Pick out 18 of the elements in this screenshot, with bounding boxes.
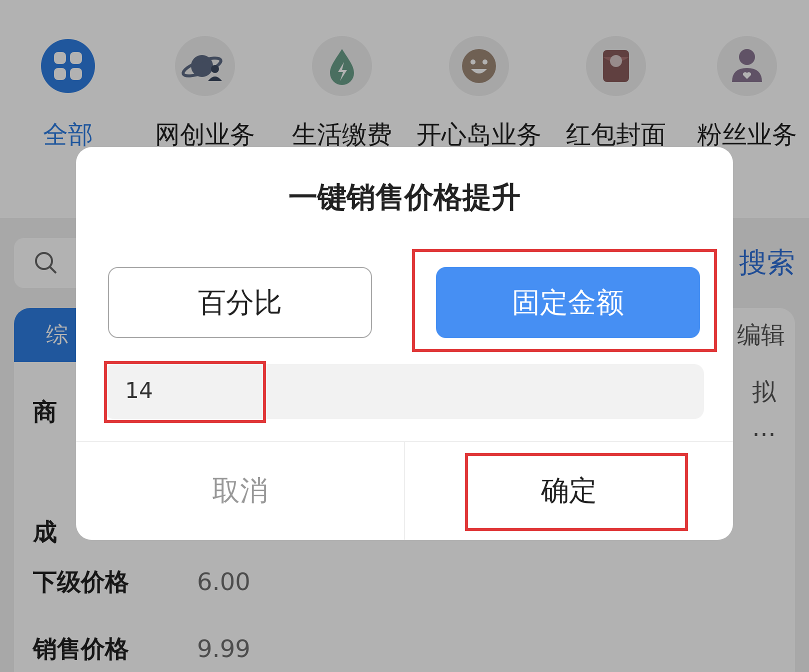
category-tab[interactable]: 开心岛业务	[416, 119, 542, 151]
category-tab[interactable]: 生活缴费	[292, 119, 392, 151]
mode-button[interactable]: 百分比	[108, 267, 372, 338]
field-label: 下级价格	[33, 566, 129, 598]
field-label: 销售价格	[33, 634, 129, 664]
search-icon	[34, 251, 58, 275]
category-tab[interactable]: 红包封面	[566, 119, 666, 151]
field-label: 成	[33, 517, 57, 548]
field-label: 商	[33, 397, 57, 428]
category-tab[interactable]: 网创业务	[155, 119, 255, 151]
side-text: …	[752, 413, 776, 444]
confirm-button[interactable]: 确定	[541, 472, 597, 510]
field-value: 9.99	[197, 634, 250, 662]
edit-link[interactable]: 编辑	[737, 319, 785, 351]
category-tab[interactable]: 粉丝业务	[697, 119, 797, 151]
side-text: 拟	[752, 377, 776, 408]
dialog-title: 一键销售价格提升	[288, 179, 522, 215]
field-value: 6.00	[197, 568, 250, 596]
